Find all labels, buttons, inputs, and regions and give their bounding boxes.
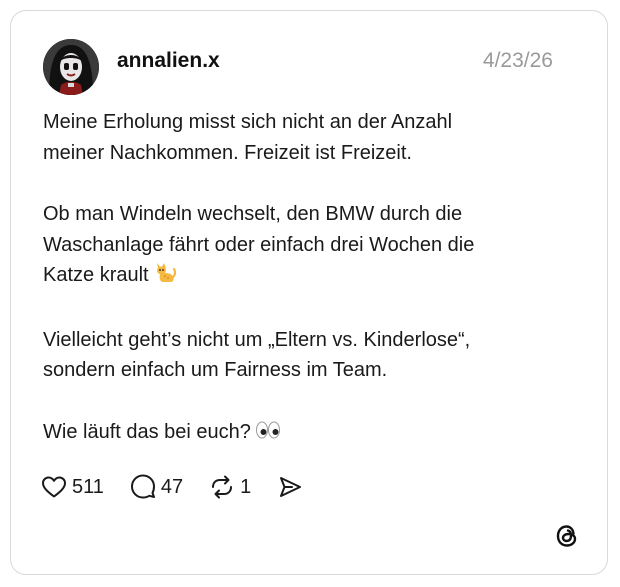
heart-icon [42, 476, 66, 498]
post-paragraph: Ob man Windeln wechselt, den BMW durch d… [43, 199, 583, 294]
post-date: 4/23/26 [482, 49, 553, 72]
avatar[interactable] [43, 39, 99, 95]
share-button[interactable] [277, 474, 303, 500]
username[interactable]: annalien.x [117, 49, 220, 73]
eyes-emoji-icon [255, 419, 281, 451]
reply-count: 47 [160, 475, 184, 498]
post-body: Meine Erholung misst sich nicht an der A… [43, 107, 583, 450]
post-paragraph: Vielleicht geht’s nicht um „Eltern vs. K… [43, 325, 583, 386]
reply-button[interactable]: 47 [130, 474, 183, 500]
post-paragraph-text: Meine Erholung misst sich nicht an der A… [43, 111, 453, 164]
threads-logo-icon[interactable] [553, 522, 581, 550]
repost-button[interactable]: 1 [209, 474, 251, 500]
repost-count: 1 [240, 475, 252, 498]
like-button[interactable]: 511 [41, 475, 104, 499]
post-paragraph: Meine Erholung misst sich nicht an der A… [43, 107, 583, 168]
avatar-image [43, 39, 99, 95]
post-paragraph: Wie läuft das bei euch? [43, 417, 583, 451]
send-icon [280, 477, 302, 497]
post-paragraph-text: Ob man Windeln wechselt, den BMW durch d… [43, 203, 475, 286]
cat-emoji-icon [153, 260, 177, 294]
post-card: annalien.x 4/23/26 Meine Erholung misst … [10, 10, 608, 575]
repost-arrows-icon [212, 475, 233, 499]
post-paragraph-text: Wie läuft das bei euch? [43, 420, 251, 443]
speech-bubble-icon [130, 474, 155, 499]
post-paragraph-text: Vielleicht geht’s nicht um „Eltern vs. K… [43, 328, 471, 382]
like-count: 511 [72, 475, 104, 498]
post-actions: 511 47 1 [41, 473, 329, 501]
